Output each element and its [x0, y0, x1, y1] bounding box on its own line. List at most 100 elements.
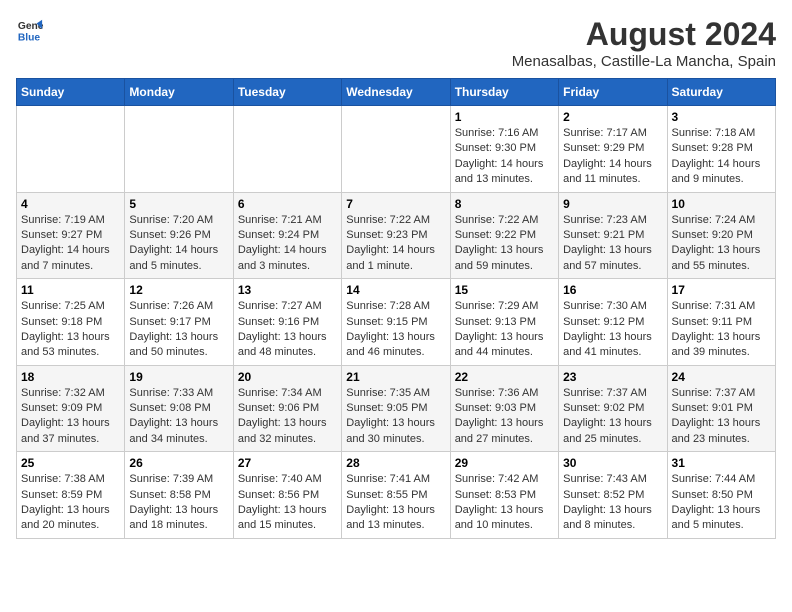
day-number: 13	[238, 283, 337, 297]
day-info: Sunrise: 7:18 AM Sunset: 9:28 PM Dayligh…	[672, 126, 771, 188]
day-cell	[233, 106, 341, 193]
day-number: 21	[346, 370, 445, 384]
header-row: Sunday Monday Tuesday Wednesday Thursday…	[17, 79, 776, 106]
day-cell: 14Sunrise: 7:28 AM Sunset: 9:15 PM Dayli…	[342, 279, 450, 366]
day-number: 8	[455, 197, 554, 211]
day-info: Sunrise: 7:41 AM Sunset: 8:55 PM Dayligh…	[346, 472, 445, 534]
day-cell: 13Sunrise: 7:27 AM Sunset: 9:16 PM Dayli…	[233, 279, 341, 366]
title-block: August 2024 Menasalbas, Castille-La Manc…	[512, 16, 776, 70]
page-title: August 2024	[512, 16, 776, 53]
day-cell: 10Sunrise: 7:24 AM Sunset: 9:20 PM Dayli…	[667, 192, 775, 279]
day-info: Sunrise: 7:19 AM Sunset: 9:27 PM Dayligh…	[21, 213, 120, 275]
day-info: Sunrise: 7:38 AM Sunset: 8:59 PM Dayligh…	[21, 472, 120, 534]
day-cell: 26 Sunrise: 7:39 AM Sunset: 8:58 PM Dayli…	[125, 452, 233, 539]
day-cell: 5Sunrise: 7:20 AM Sunset: 9:26 PM Daylig…	[125, 192, 233, 279]
calendar-header: Sunday Monday Tuesday Wednesday Thursday…	[17, 79, 776, 106]
day-number: 24	[672, 370, 771, 384]
header-wednesday: Wednesday	[342, 79, 450, 106]
day-number: 29	[455, 456, 554, 470]
day-cell: 15 Sunrise: 7:29 AM Sunset: 9:13 PM Dayli…	[450, 279, 558, 366]
day-cell: 24 Sunrise: 7:37 AM Sunset: 9:01 PM Dayli…	[667, 365, 775, 452]
day-number: 7	[346, 197, 445, 211]
day-cell: 1Sunrise: 7:16 AM Sunset: 9:30 PM Daylig…	[450, 106, 558, 193]
day-number: 31	[672, 456, 771, 470]
week-row-1: 1Sunrise: 7:16 AM Sunset: 9:30 PM Daylig…	[17, 106, 776, 193]
day-info: Sunrise: 7:31 AM Sunset: 9:11 PM Dayligh…	[672, 299, 771, 361]
day-info: Sunrise: 7:17 AM Sunset: 9:29 PM Dayligh…	[563, 126, 662, 188]
header-friday: Friday	[559, 79, 667, 106]
day-info: Sunrise: 7:37 AM Sunset: 9:02 PM Dayligh…	[563, 386, 662, 448]
day-cell: 8 Sunrise: 7:22 AM Sunset: 9:22 PM Daylig…	[450, 192, 558, 279]
page-subtitle: Menasalbas, Castille-La Mancha, Spain	[512, 53, 776, 70]
day-cell: 19 Sunrise: 7:33 AM Sunset: 9:08 PM Dayli…	[125, 365, 233, 452]
week-row-2: 4 Sunrise: 7:19 AM Sunset: 9:27 PM Daylig…	[17, 192, 776, 279]
day-info: Sunrise: 7:22 AM Sunset: 9:22 PM Dayligh…	[455, 213, 554, 275]
day-number: 1	[455, 110, 554, 124]
day-cell: 12Sunrise: 7:26 AM Sunset: 9:17 PM Dayli…	[125, 279, 233, 366]
day-info: Sunrise: 7:29 AM Sunset: 9:13 PM Dayligh…	[455, 299, 554, 361]
day-info: Sunrise: 7:37 AM Sunset: 9:01 PM Dayligh…	[672, 386, 771, 448]
day-info: Sunrise: 7:33 AM Sunset: 9:08 PM Dayligh…	[129, 386, 228, 448]
day-info: Sunrise: 7:42 AM Sunset: 8:53 PM Dayligh…	[455, 472, 554, 534]
day-cell: 7 Sunrise: 7:22 AM Sunset: 9:23 PM Daylig…	[342, 192, 450, 279]
header-thursday: Thursday	[450, 79, 558, 106]
day-cell: 28 Sunrise: 7:41 AM Sunset: 8:55 PM Dayli…	[342, 452, 450, 539]
header-sunday: Sunday	[17, 79, 125, 106]
day-number: 2	[563, 110, 662, 124]
day-cell: 31 Sunrise: 7:44 AM Sunset: 8:50 PM Dayli…	[667, 452, 775, 539]
calendar-body: 1Sunrise: 7:16 AM Sunset: 9:30 PM Daylig…	[17, 106, 776, 539]
day-info: Sunrise: 7:22 AM Sunset: 9:23 PM Dayligh…	[346, 213, 445, 275]
day-info: Sunrise: 7:44 AM Sunset: 8:50 PM Dayligh…	[672, 472, 771, 534]
day-number: 23	[563, 370, 662, 384]
header-saturday: Saturday	[667, 79, 775, 106]
day-number: 26	[129, 456, 228, 470]
day-number: 6	[238, 197, 337, 211]
calendar-table: Sunday Monday Tuesday Wednesday Thursday…	[16, 78, 776, 539]
day-cell: 27Sunrise: 7:40 AM Sunset: 8:56 PM Dayli…	[233, 452, 341, 539]
day-cell: 11Sunrise: 7:25 AM Sunset: 9:18 PM Dayli…	[17, 279, 125, 366]
day-number: 4	[21, 197, 120, 211]
week-row-3: 11Sunrise: 7:25 AM Sunset: 9:18 PM Dayli…	[17, 279, 776, 366]
day-cell: 3Sunrise: 7:18 AM Sunset: 9:28 PM Daylig…	[667, 106, 775, 193]
day-cell: 4 Sunrise: 7:19 AM Sunset: 9:27 PM Daylig…	[17, 192, 125, 279]
day-info: Sunrise: 7:30 AM Sunset: 9:12 PM Dayligh…	[563, 299, 662, 361]
day-number: 28	[346, 456, 445, 470]
day-cell: 18Sunrise: 7:32 AM Sunset: 9:09 PM Dayli…	[17, 365, 125, 452]
day-info: Sunrise: 7:39 AM Sunset: 8:58 PM Dayligh…	[129, 472, 228, 534]
day-cell: 20 Sunrise: 7:34 AM Sunset: 9:06 PM Dayli…	[233, 365, 341, 452]
day-number: 22	[455, 370, 554, 384]
day-info: Sunrise: 7:23 AM Sunset: 9:21 PM Dayligh…	[563, 213, 662, 275]
day-cell: 9Sunrise: 7:23 AM Sunset: 9:21 PM Daylig…	[559, 192, 667, 279]
day-cell: 6 Sunrise: 7:21 AM Sunset: 9:24 PM Daylig…	[233, 192, 341, 279]
day-number: 15	[455, 283, 554, 297]
day-info: Sunrise: 7:36 AM Sunset: 9:03 PM Dayligh…	[455, 386, 554, 448]
day-number: 20	[238, 370, 337, 384]
logo-icon: General Blue	[16, 16, 44, 44]
day-number: 14	[346, 283, 445, 297]
day-info: Sunrise: 7:21 AM Sunset: 9:24 PM Dayligh…	[238, 213, 337, 275]
day-cell: 25 Sunrise: 7:38 AM Sunset: 8:59 PM Dayli…	[17, 452, 125, 539]
day-number: 17	[672, 283, 771, 297]
day-info: Sunrise: 7:20 AM Sunset: 9:26 PM Dayligh…	[129, 213, 228, 275]
day-cell: 21 Sunrise: 7:35 AM Sunset: 9:05 PM Dayli…	[342, 365, 450, 452]
day-cell: 30 Sunrise: 7:43 AM Sunset: 8:52 PM Dayli…	[559, 452, 667, 539]
day-cell: 16Sunrise: 7:30 AM Sunset: 9:12 PM Dayli…	[559, 279, 667, 366]
day-cell: 2 Sunrise: 7:17 AM Sunset: 9:29 PM Daylig…	[559, 106, 667, 193]
day-info: Sunrise: 7:43 AM Sunset: 8:52 PM Dayligh…	[563, 472, 662, 534]
day-number: 10	[672, 197, 771, 211]
day-cell	[342, 106, 450, 193]
day-number: 11	[21, 283, 120, 297]
day-info: Sunrise: 7:34 AM Sunset: 9:06 PM Dayligh…	[238, 386, 337, 448]
logo: General Blue	[16, 16, 44, 44]
day-cell: 22 Sunrise: 7:36 AM Sunset: 9:03 PM Dayli…	[450, 365, 558, 452]
day-number: 25	[21, 456, 120, 470]
day-info: Sunrise: 7:35 AM Sunset: 9:05 PM Dayligh…	[346, 386, 445, 448]
day-info: Sunrise: 7:40 AM Sunset: 8:56 PM Dayligh…	[238, 472, 337, 534]
header-tuesday: Tuesday	[233, 79, 341, 106]
svg-text:Blue: Blue	[18, 32, 41, 43]
week-row-5: 25 Sunrise: 7:38 AM Sunset: 8:59 PM Dayli…	[17, 452, 776, 539]
day-cell	[17, 106, 125, 193]
day-info: Sunrise: 7:26 AM Sunset: 9:17 PM Dayligh…	[129, 299, 228, 361]
day-number: 19	[129, 370, 228, 384]
day-number: 30	[563, 456, 662, 470]
